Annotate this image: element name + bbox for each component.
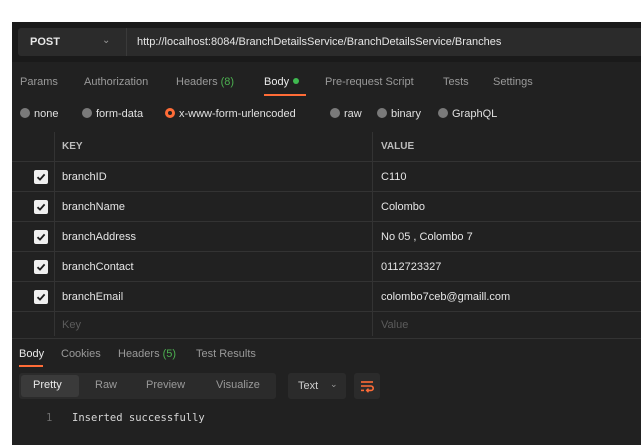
chevron-down-icon: ⌄ [330,379,338,389]
body-indicator-dot [293,78,300,84]
active-response-tab-underline [19,365,43,367]
request-tabs: Params Authorization Headers (8) Body Pr… [12,66,641,100]
response-tab-cookies[interactable]: Cookies [61,348,101,360]
radio-binary[interactable]: binary [377,108,421,120]
tab-authorization[interactable]: Authorization [84,76,148,88]
response-toolbar: Pretty Raw Preview Visualize Text ⌄ [12,371,641,401]
table-row: branchEmail colombo7ceb@gmaill.com [12,282,641,312]
method-label: POST [30,36,60,48]
row-checkbox[interactable] [34,230,48,244]
response-body: 1 Inserted successfully [12,408,641,438]
header-key: KEY [62,141,83,152]
table-row: branchName Colombo [12,192,641,222]
chevron-down-icon: ⌄ [102,35,111,46]
row-value[interactable]: 0112723327 [381,261,441,273]
row-key[interactable]: branchContact [62,261,134,273]
radio-raw[interactable]: raw [330,108,362,120]
response-content: Inserted successfully [72,412,205,424]
row-value[interactable]: colombo7ceb@gmaill.com [381,291,510,303]
active-tab-underline [264,94,306,96]
view-mode-segmented: Pretty Raw Preview Visualize [19,373,276,399]
radio-circle [330,108,340,118]
table-row-new: Key Value [12,312,641,336]
radio-graphql[interactable]: GraphQL [438,108,497,120]
radio-circle [438,108,448,118]
check-icon [36,263,46,271]
row-value[interactable]: Colombo [381,201,425,213]
url-text: http://localhost:8084/BranchDetailsServi… [137,36,502,48]
wrap-icon [361,381,374,393]
line-number: 1 [46,412,53,424]
radio-none[interactable]: none [20,108,58,120]
radio-form-data[interactable]: form-data [82,108,143,120]
tab-headers[interactable]: Headers (8) [176,76,234,88]
radio-x-www-form-urlencoded[interactable]: x-www-form-urlencoded [165,108,296,120]
row-value[interactable]: No 05 , Colombo 7 [381,231,473,243]
format-select[interactable]: Text ⌄ [288,373,346,399]
table-row: branchAddress No 05 , Colombo 7 [12,222,641,252]
tab-tests[interactable]: Tests [443,76,469,88]
row-checkbox[interactable] [34,290,48,304]
url-bar: POST ⌄ http://localhost:8084/BranchDetai… [12,22,641,62]
tab-settings[interactable]: Settings [493,76,533,88]
check-icon [36,233,46,241]
response-tab-body[interactable]: Body [19,348,44,360]
postman-app: POST ⌄ http://localhost:8084/BranchDetai… [12,22,641,445]
radio-circle [20,108,30,118]
mode-raw-button[interactable]: Raw [95,379,117,391]
radio-circle-selected [165,108,175,118]
row-checkbox[interactable] [34,200,48,214]
mode-preview-button[interactable]: Preview [146,379,185,391]
check-icon [36,173,46,181]
headers-count: (8) [220,76,235,88]
tab-body[interactable]: Body [264,76,300,88]
new-key-input[interactable]: Key [62,319,81,331]
response-tab-headers[interactable]: Headers (5) [118,348,176,360]
wrap-lines-button[interactable] [354,373,380,399]
tab-pre-request-script[interactable]: Pre-request Script [325,76,414,88]
body-type-selector: none form-data x-www-form-urlencoded raw… [12,102,641,128]
row-checkbox[interactable] [34,170,48,184]
check-icon [36,293,46,301]
row-key[interactable]: branchEmail [62,291,123,303]
row-key[interactable]: branchID [62,171,107,183]
format-label: Text [298,380,319,392]
response-tabs: Body Cookies Headers (5) Test Results [12,338,641,368]
row-value[interactable]: C110 [381,171,406,183]
table-header-row: KEY VALUE [12,132,641,162]
response-headers-count: (5) [162,348,177,360]
url-input[interactable]: http://localhost:8084/BranchDetailsServi… [126,28,641,56]
row-key[interactable]: branchAddress [62,231,136,243]
check-icon [36,203,46,211]
new-value-input[interactable]: Value [381,319,408,331]
mode-visualize-button[interactable]: Visualize [216,379,260,391]
row-key[interactable]: branchName [62,201,125,213]
header-value: VALUE [381,141,415,152]
method-select[interactable]: POST ⌄ [18,28,126,56]
table-row: branchContact 0112723327 [12,252,641,282]
radio-circle [377,108,387,118]
row-checkbox[interactable] [34,260,48,274]
response-tab-test-results[interactable]: Test Results [196,348,256,360]
mode-pretty-button[interactable]: Pretty [33,379,62,391]
radio-circle [82,108,92,118]
table-row: branchID C110 [12,162,641,192]
tab-params[interactable]: Params [20,76,58,88]
